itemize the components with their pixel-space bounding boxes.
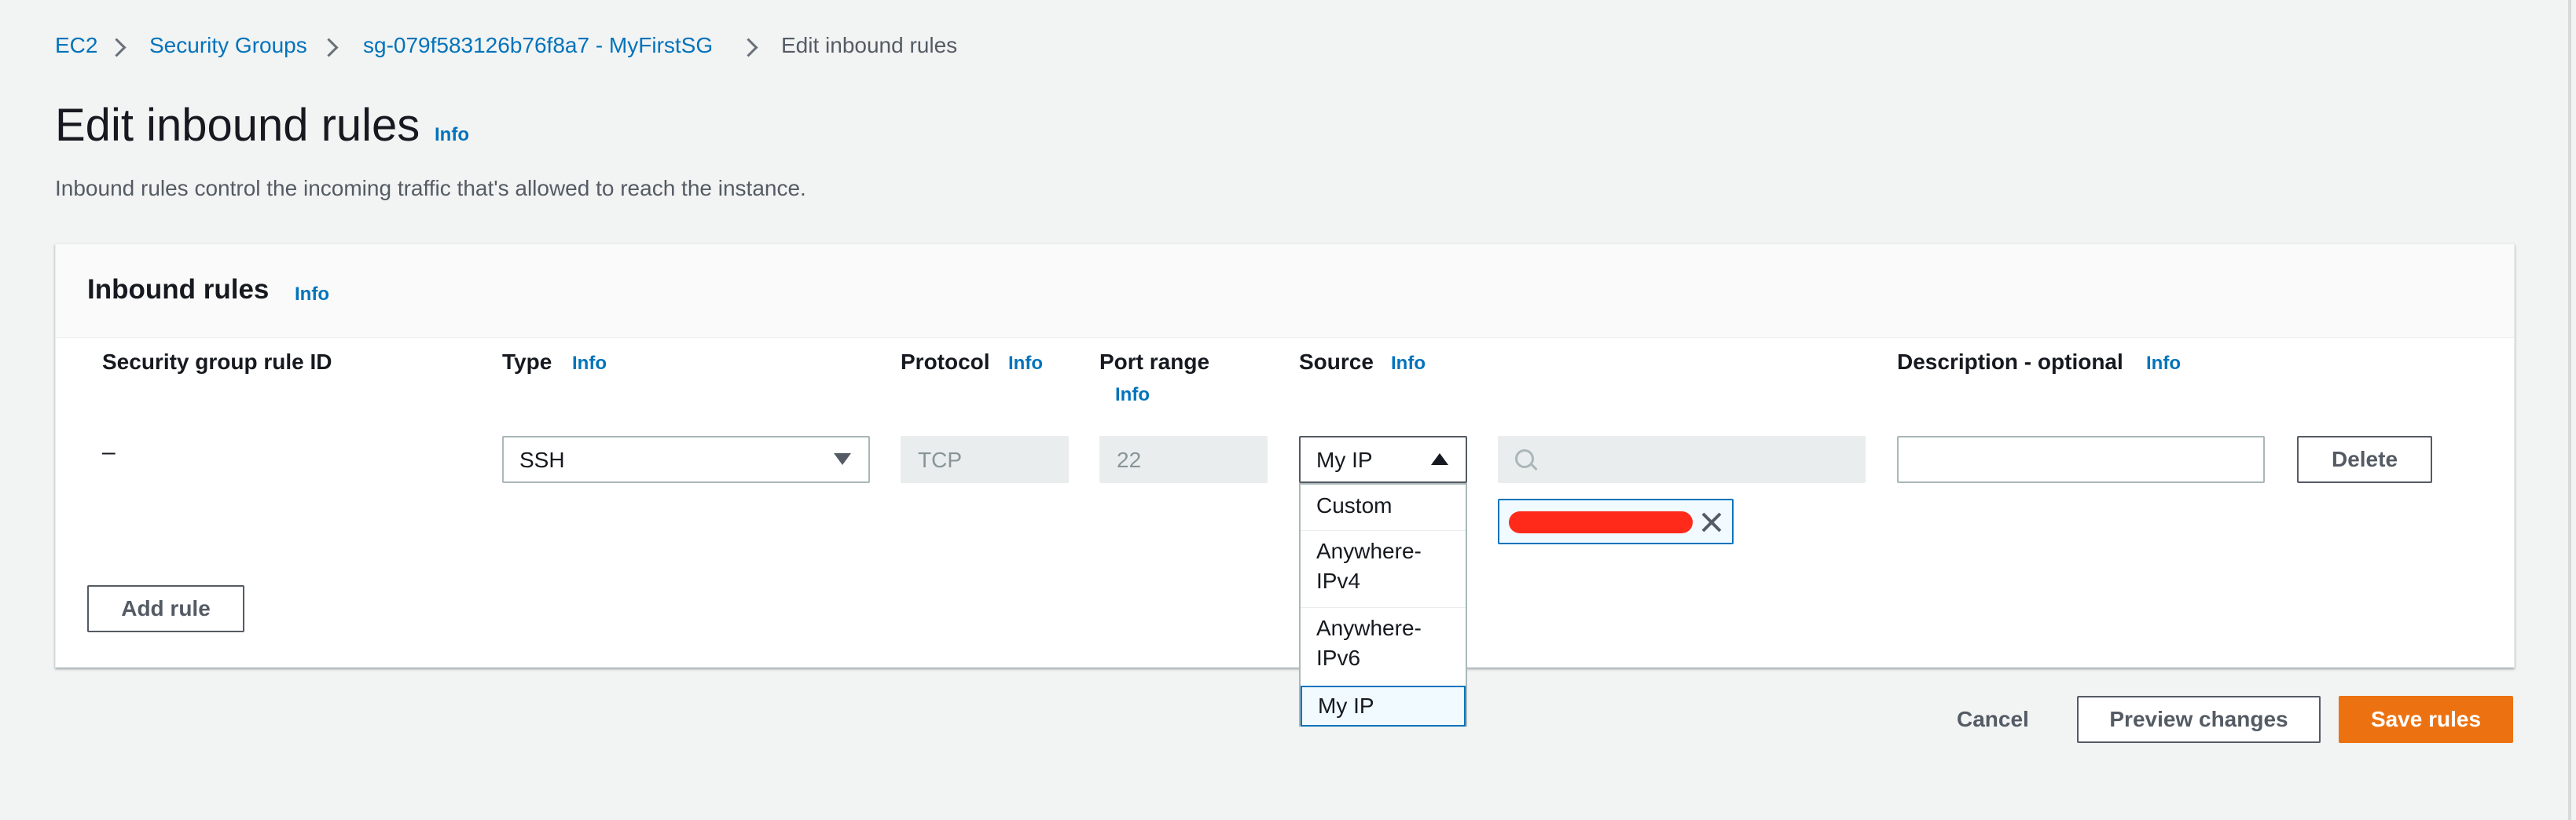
breadcrumb-security-groups[interactable]: Security Groups [149, 33, 307, 58]
source-option-my-ip[interactable]: My IP [1301, 686, 1466, 727]
cancel-button[interactable]: Cancel [1957, 707, 2029, 732]
dropdown-divider [1301, 607, 1466, 608]
caret-down-icon [834, 453, 851, 465]
source-option-custom[interactable]: Custom [1301, 491, 1466, 521]
inbound-rules-panel: Inbound rules Info Security group rule I… [55, 243, 2515, 727]
column-header-type: Type [502, 350, 552, 374]
source-select-value: My IP [1316, 448, 1373, 472]
source-option-anywhere-ipv4[interactable]: Anywhere-IPv4 [1301, 536, 1466, 596]
source-search-input[interactable] [1498, 436, 1866, 483]
dropdown-divider [1301, 530, 1466, 531]
description-input[interactable] [1897, 436, 2265, 483]
source-select[interactable]: My IP [1299, 436, 1467, 483]
panel-info-link[interactable]: Info [295, 284, 329, 306]
column-header-description: Description - optional [1897, 350, 2123, 374]
port-range-value: 22 [1117, 448, 1142, 472]
type-select-value: SSH [519, 448, 565, 472]
search-icon-handle [1530, 463, 1538, 471]
protocol-value: TCP [918, 448, 962, 472]
type-info-link[interactable]: Info [572, 353, 607, 375]
delete-button[interactable]: Delete [2297, 436, 2432, 483]
column-header-protocol: Protocol [901, 350, 990, 374]
type-select[interactable]: SSH [502, 436, 870, 483]
redacted-ip-mark [1509, 511, 1693, 533]
breadcrumb-current: Edit inbound rules [781, 33, 958, 57]
page-title: Edit inbound rules [55, 100, 420, 151]
protocol-info-link[interactable]: Info [1008, 353, 1043, 375]
panel-header: Inbound rules Info [56, 244, 2514, 338]
save-rules-button[interactable]: Save rules [2339, 696, 2513, 743]
port-range-info-link[interactable]: Info [1115, 384, 1150, 406]
breadcrumb-ec2[interactable]: EC2 [55, 33, 97, 58]
column-header-rule-id: Security group rule ID [102, 350, 332, 374]
preview-changes-button[interactable]: Preview changes [2077, 696, 2321, 743]
panel-title: Inbound rules [87, 274, 270, 305]
add-rule-button[interactable]: Add rule [87, 585, 244, 632]
chevron-right-icon [739, 38, 758, 57]
chevron-right-icon [319, 38, 339, 57]
protocol-field: TCP [901, 436, 1069, 483]
column-header-source: Source [1299, 350, 1374, 374]
column-header-port-range: Port range [1099, 350, 1210, 374]
port-range-field: 22 [1099, 436, 1268, 483]
rule-id-value: – [102, 439, 116, 465]
close-icon[interactable] [1701, 511, 1723, 533]
source-dropdown-list: Custom Anywhere-IPv4 Anywhere-IPv6 My IP [1299, 483, 1467, 727]
breadcrumb-security-group[interactable]: sg-079f583126b76f8a7 - MyFirstSG [363, 33, 713, 58]
caret-up-icon [1431, 453, 1448, 465]
source-info-link[interactable]: Info [1391, 353, 1426, 375]
window-edge [2568, 0, 2571, 820]
description-info-link[interactable]: Info [2146, 353, 2181, 375]
page-description: Inbound rules control the incoming traff… [55, 176, 806, 200]
chevron-right-icon [107, 38, 127, 57]
source-option-anywhere-ipv6[interactable]: Anywhere-IPv6 [1301, 613, 1466, 673]
source-ip-token [1498, 499, 1734, 544]
page-title-info-link[interactable]: Info [435, 124, 469, 146]
